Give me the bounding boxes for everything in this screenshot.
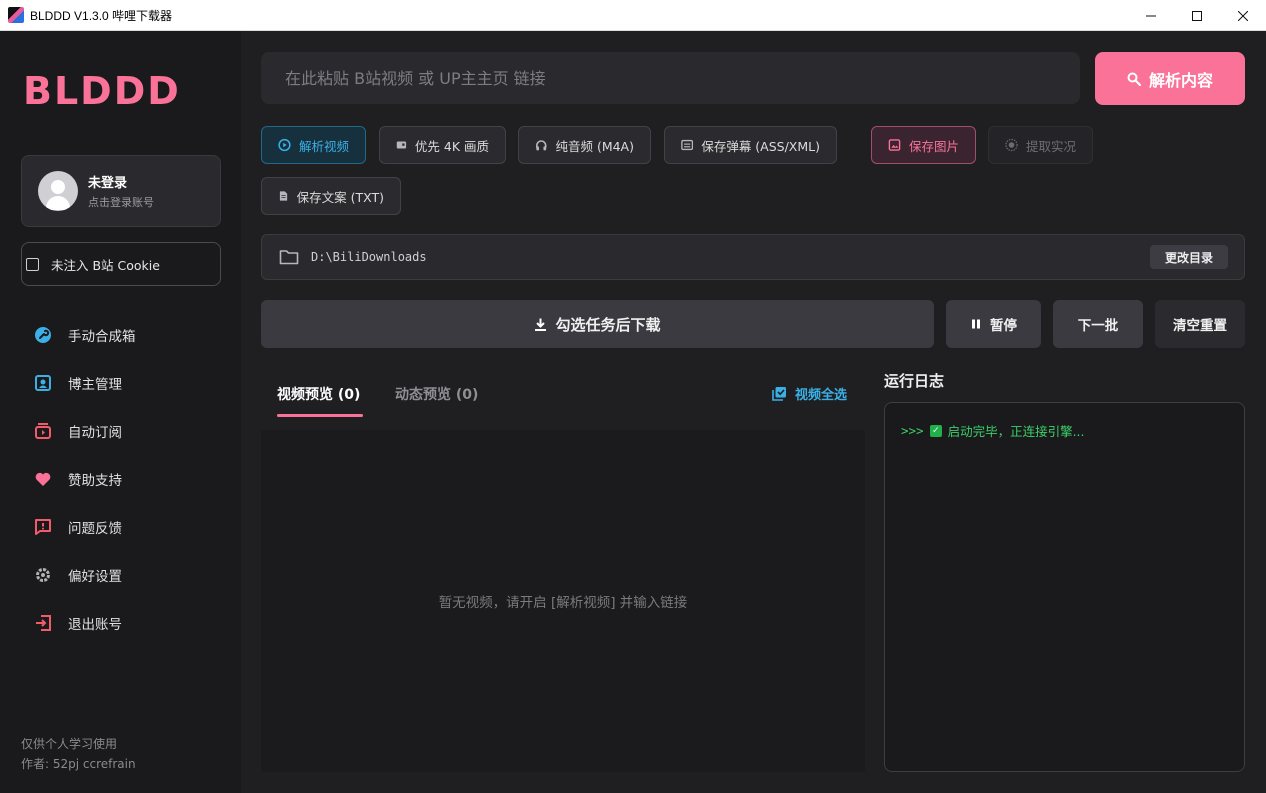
- subscription-icon: [34, 422, 52, 440]
- cookie-checkbox[interactable]: [26, 257, 39, 271]
- avatar: [38, 171, 78, 211]
- app-logo: BLDDD: [23, 69, 181, 113]
- pause-icon: [972, 319, 980, 329]
- empty-state-message: 暂无视频，请开启 [解析视频] 并输入链接: [438, 595, 688, 611]
- user-subtitle: 点击登录账号: [88, 196, 154, 209]
- link-input[interactable]: [261, 52, 1080, 104]
- change-dir-button[interactable]: 更改目录: [1150, 245, 1228, 269]
- tab-dynamic-preview[interactable]: 动态预览 (0): [395, 384, 478, 404]
- maximize-button[interactable]: [1174, 0, 1220, 31]
- wrench-icon: [34, 326, 52, 344]
- sidebar-item-label: 手动合成箱: [68, 329, 136, 345]
- sidebar-nav: 手动合成箱 博主管理 自动订阅 赞助支持 问题反馈 偏好设置 退出账号: [0, 311, 241, 647]
- active-tab-indicator: [277, 414, 363, 417]
- document-icon: [279, 191, 288, 201]
- sidebar-item-label: 赞助支持: [68, 473, 122, 489]
- title-bar: BLDDD V1.3.0 哔哩下载器: [0, 0, 1266, 31]
- sidebar-item-uploaders[interactable]: 博主管理: [0, 359, 241, 407]
- close-icon: [1238, 10, 1248, 21]
- 4k-icon: [396, 141, 407, 149]
- cookie-toggle[interactable]: 未注入 B站 Cookie: [21, 242, 221, 286]
- subtitles-icon: [681, 139, 694, 151]
- sidebar-item-label: 问题反馈: [68, 521, 122, 537]
- select-all-icon: [772, 387, 786, 401]
- sidebar: BLDDD 未登录 点击登录账号 未注入 B站 Cookie 手动合成箱 博主管…: [0, 31, 241, 793]
- window-controls: [1128, 0, 1266, 31]
- option-audio-only[interactable]: 纯音频 (M4A): [518, 126, 651, 164]
- log-panel: >>> ✓ 启动完毕，正连接引擎...: [884, 402, 1245, 772]
- close-button[interactable]: [1220, 0, 1266, 31]
- next-batch-button[interactable]: 下一批: [1053, 300, 1143, 348]
- download-icon: [535, 318, 547, 331]
- parse-button-label: 解析内容: [1148, 70, 1213, 90]
- heart-icon: [34, 470, 52, 488]
- reset-button[interactable]: 清空重置: [1155, 300, 1245, 348]
- sidebar-item-subscribe[interactable]: 自动订阅: [0, 407, 241, 455]
- option-save-text[interactable]: 保存文案 (TXT): [261, 177, 401, 215]
- headphones-icon: [535, 140, 547, 151]
- maximize-icon: [1192, 10, 1202, 21]
- option-live-photo[interactable]: 提取实况: [988, 126, 1093, 164]
- option-danmaku[interactable]: 保存弹幕 (ASS/XML): [664, 126, 837, 164]
- contact-card-icon: [34, 374, 52, 392]
- user-name: 未登录: [88, 176, 128, 191]
- preview-tabs: 视频预览 (0) 动态预览 (0) 视频全选: [261, 366, 865, 418]
- sidebar-item-label: 退出账号: [68, 617, 122, 633]
- sidebar-item-label: 博主管理: [68, 377, 122, 393]
- video-preview-area: 暂无视频，请开启 [解析视频] 并输入链接: [261, 430, 865, 772]
- login-card[interactable]: 未登录 点击登录账号: [21, 155, 221, 227]
- folder-icon: [279, 250, 299, 265]
- sidebar-item-preferences[interactable]: 偏好设置: [0, 551, 241, 599]
- logout-icon: [34, 614, 52, 632]
- log-title: 运行日志: [884, 372, 945, 390]
- select-all-videos[interactable]: 视频全选: [772, 384, 847, 403]
- author-text: 作者: 52pj ccrefrain: [21, 757, 136, 771]
- option-parse-video[interactable]: 解析视频: [261, 126, 366, 164]
- download-dir-bar: D:\BiliDownloads 更改目录: [261, 234, 1245, 280]
- sidebar-item-label: 自动订阅: [68, 425, 122, 441]
- image-icon: [888, 139, 901, 151]
- gear-icon: [34, 566, 52, 584]
- play-circle-icon: [278, 138, 291, 152]
- pause-button[interactable]: 暂停: [946, 300, 1041, 348]
- check-icon: ✓: [929, 424, 942, 437]
- parse-button[interactable]: 解析内容: [1095, 52, 1245, 105]
- window-title: BLDDD V1.3.0 哔哩下载器: [30, 8, 173, 23]
- minimize-icon: [1146, 15, 1156, 16]
- feedback-icon: [34, 518, 52, 536]
- app-icon: [8, 7, 24, 23]
- tab-video-preview[interactable]: 视频预览 (0): [277, 384, 360, 404]
- download-button[interactable]: 勾选任务后下载: [261, 300, 934, 348]
- download-path: D:\BiliDownloads: [311, 250, 427, 264]
- sidebar-item-label: 偏好设置: [68, 569, 122, 585]
- search-icon: [1127, 72, 1141, 86]
- minimize-button[interactable]: [1128, 0, 1174, 31]
- log-line: >>> ✓ 启动完毕，正连接引擎...: [901, 423, 1085, 439]
- sidebar-item-sponsor[interactable]: 赞助支持: [0, 455, 241, 503]
- sidebar-item-feedback[interactable]: 问题反馈: [0, 503, 241, 551]
- option-4k[interactable]: 优先 4K 画质: [379, 126, 506, 164]
- disclaimer-text: 仅供个人学习使用: [21, 737, 118, 751]
- live-photo-icon: [1005, 138, 1018, 152]
- cookie-label: 未注入 B站 Cookie: [51, 257, 160, 273]
- sidebar-item-logout[interactable]: 退出账号: [0, 599, 241, 647]
- option-save-images[interactable]: 保存图片: [871, 126, 976, 164]
- sidebar-item-manual-merge[interactable]: 手动合成箱: [0, 311, 241, 359]
